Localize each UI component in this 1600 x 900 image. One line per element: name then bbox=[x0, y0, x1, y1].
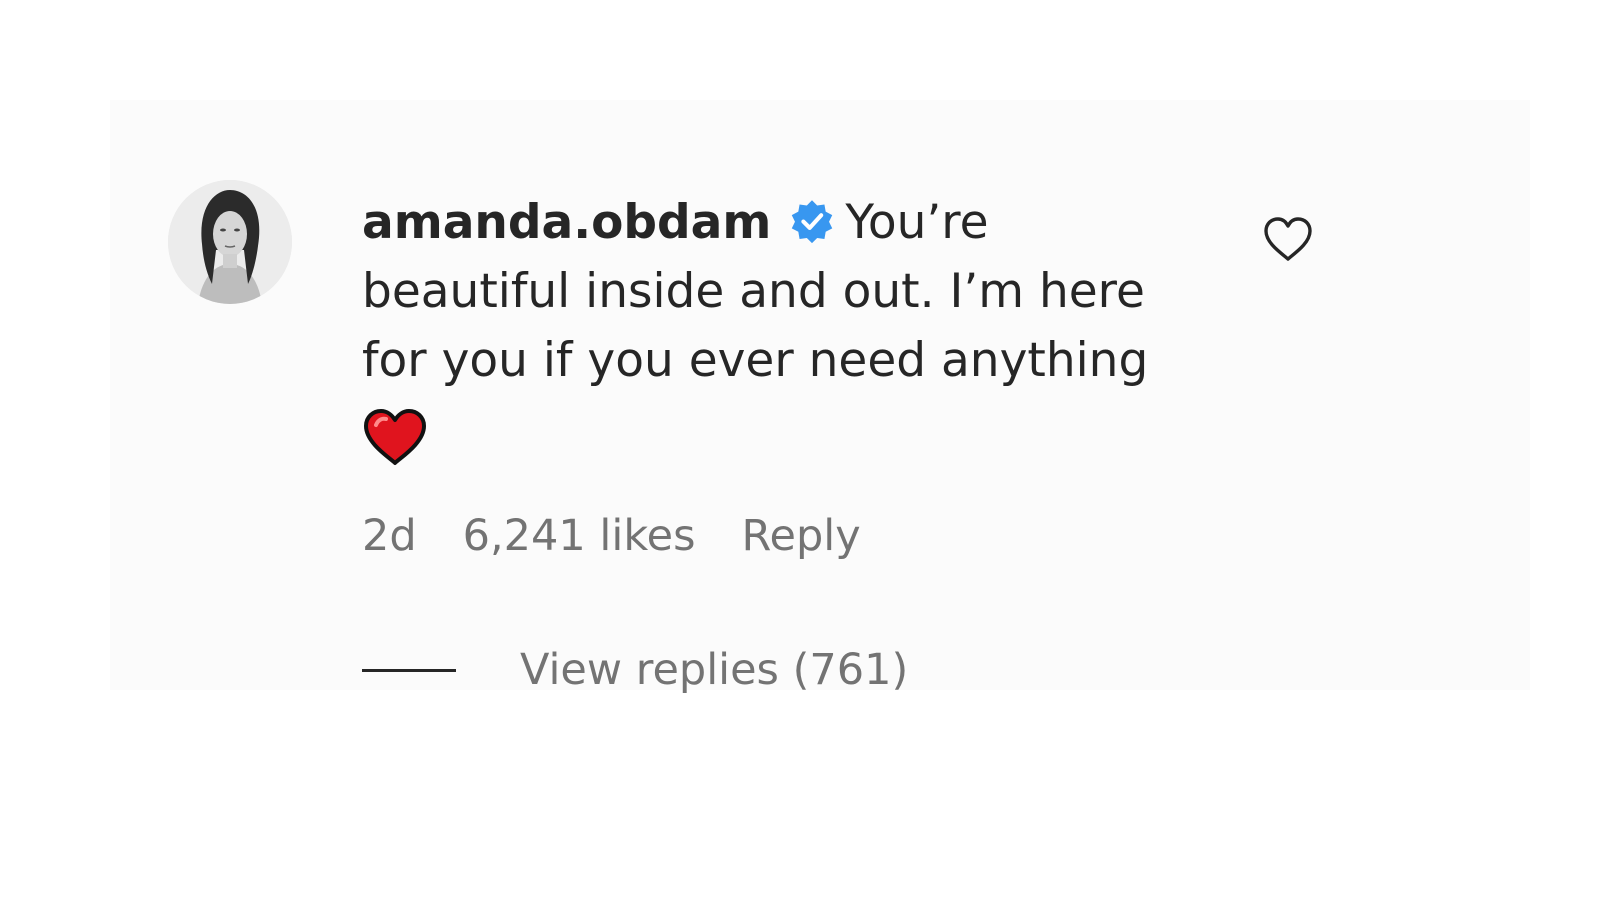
comment-body: amanda.obdam You’re beautiful inside and… bbox=[362, 188, 1182, 467]
replies-divider-line bbox=[362, 669, 456, 672]
avatar[interactable] bbox=[168, 180, 292, 304]
comment-username[interactable]: amanda.obdam bbox=[362, 195, 771, 250]
comment-likes-count[interactable]: 6,241 likes bbox=[463, 508, 696, 564]
comment-timestamp: 2d bbox=[362, 511, 417, 561]
red-heart-emoji bbox=[364, 409, 426, 465]
view-replies-button[interactable]: View replies (761) bbox=[520, 642, 908, 698]
verified-badge-icon bbox=[792, 200, 833, 244]
heart-outline-icon[interactable] bbox=[1262, 215, 1314, 263]
comment-meta-row: 2d 6,241 likes Reply bbox=[362, 508, 861, 564]
reply-button[interactable]: Reply bbox=[742, 508, 861, 564]
